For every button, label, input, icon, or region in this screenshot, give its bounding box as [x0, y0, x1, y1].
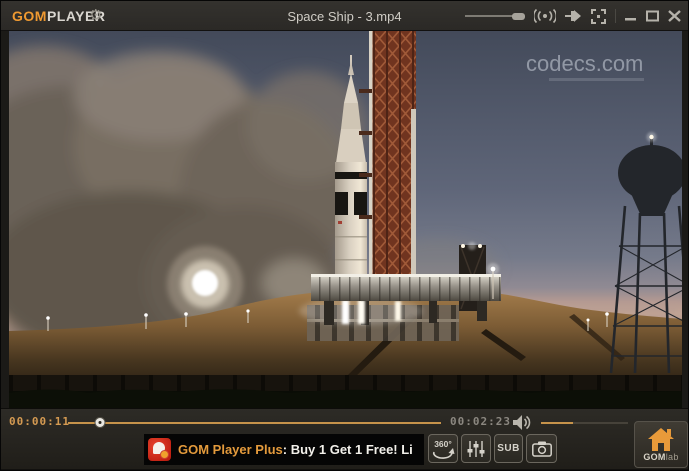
snapshot-camera-button[interactable]: [526, 434, 557, 463]
volume-fill: [541, 422, 573, 424]
control-bar: 00:00:11 00:02:23: [1, 408, 689, 471]
ad-text: GOM Player Plus: Buy 1 Get 1 Free! Li: [178, 442, 413, 457]
subtitles-button[interactable]: SUB: [494, 434, 523, 463]
transparency-slider[interactable]: [465, 13, 525, 20]
seek-handle[interactable]: [95, 417, 106, 428]
titlebar-controls: [465, 1, 681, 31]
video-display-area[interactable]: codecs.com: [9, 31, 682, 408]
transparency-slider-track[interactable]: [465, 15, 513, 17]
svg-text:codecs.com: codecs.com: [526, 51, 643, 76]
sub-label: SUB: [497, 443, 520, 454]
total-time: 00:02:23: [450, 415, 511, 428]
vr-360-button[interactable]: 360°: [428, 434, 458, 463]
equalizer-panel-button[interactable]: [461, 434, 491, 463]
gom-player-window: GOMPLAYER ⚙ Space Ship - 3.mp4: [0, 0, 689, 471]
ad-banner[interactable]: GOM Player Plus: Buy 1 Get 1 Free! Li: [144, 434, 424, 465]
ad-brand: GOM Player Plus: [178, 442, 283, 457]
maximize-button[interactable]: [646, 10, 659, 22]
svg-text:360°: 360°: [434, 439, 452, 449]
current-time: 00:00:11: [9, 415, 70, 428]
video-scene: codecs.com: [9, 31, 682, 408]
transparency-slider-knob[interactable]: [512, 13, 525, 20]
home-icon: [648, 428, 674, 451]
broadcast-icon[interactable]: [534, 9, 556, 23]
vegetation: [9, 389, 682, 408]
seek-bar[interactable]: [68, 422, 441, 424]
gomlab-label: GOMlab: [643, 452, 678, 462]
titlebar-divider: [615, 9, 616, 23]
gom-mascot-icon: [148, 438, 171, 461]
titlebar[interactable]: GOMPLAYER ⚙ Space Ship - 3.mp4: [1, 1, 688, 31]
ad-message: : Buy 1 Get 1 Free! Li: [283, 442, 413, 457]
close-button[interactable]: [668, 10, 681, 22]
gomlab-home-button[interactable]: GOMlab: [634, 421, 688, 468]
volume-slider[interactable]: [541, 422, 628, 424]
always-on-top-pin-icon[interactable]: [565, 10, 582, 22]
minimize-button[interactable]: [625, 10, 637, 22]
volume-speaker-icon[interactable]: [513, 415, 531, 435]
fullscreen-expand-icon[interactable]: [591, 9, 606, 24]
